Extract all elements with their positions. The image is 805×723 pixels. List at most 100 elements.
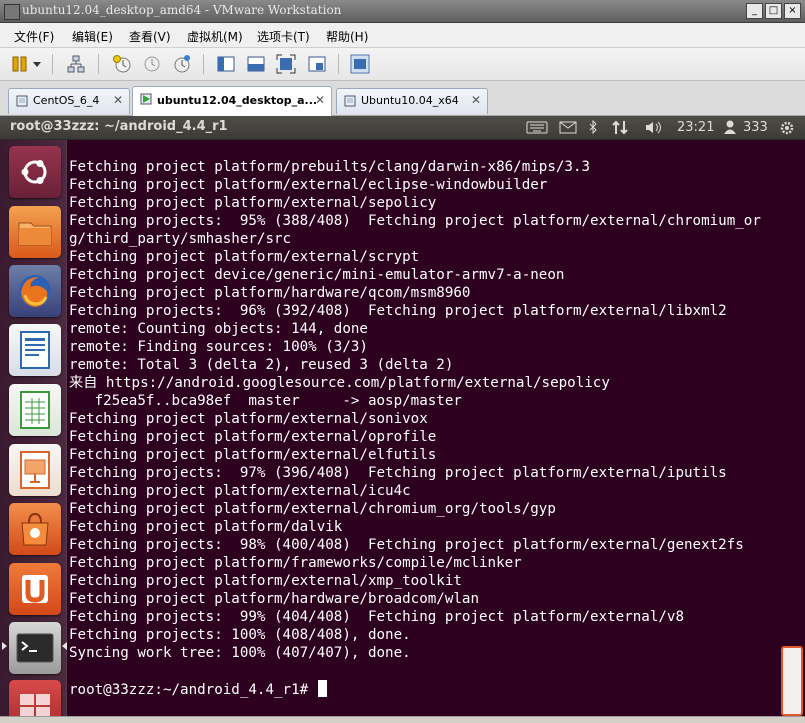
sidebar-icon[interactable] xyxy=(216,54,236,74)
terminal-line: f25ea5f..bca98ef master -> aosp/master xyxy=(69,393,462,409)
menu-view[interactable]: 查看(V) xyxy=(129,28,171,45)
console-view-icon[interactable] xyxy=(246,54,266,74)
launcher-files[interactable] xyxy=(9,206,61,258)
user-count[interactable]: 333 xyxy=(743,120,768,135)
terminal-line: Fetching projects: 96% (392/408) Fetchin… xyxy=(69,303,727,319)
menu-tabs[interactable]: 选项卡(T) xyxy=(257,28,310,45)
terminal-line: Fetching project platform/external/eclip… xyxy=(69,177,548,193)
shell-prompt: root@33zzz:~/android_4.4_r1# xyxy=(69,682,317,698)
terminal-line: Fetching project platform/external/elfut… xyxy=(69,447,437,463)
unity-launcher xyxy=(0,140,67,716)
tab-label: CentOS_6_4 xyxy=(33,94,100,107)
terminal-line: remote: Total 3 (delta 2), reused 3 (del… xyxy=(69,357,454,373)
terminal-line: Fetching project platform/external/chrom… xyxy=(69,501,556,517)
pause-icon[interactable] xyxy=(10,54,30,74)
window-controls: _ □ × xyxy=(746,3,801,19)
launcher-ubuntu-software-center[interactable] xyxy=(9,503,61,555)
launcher-terminal[interactable] xyxy=(9,622,61,674)
text-cursor xyxy=(317,680,327,697)
snapshot-manager-icon[interactable] xyxy=(172,54,192,74)
menu-file[interactable]: 文件(F) xyxy=(14,28,54,45)
clock-time[interactable]: 23:21 xyxy=(677,120,714,135)
tab-ubuntu12-04[interactable]: ubuntu12.04_desktop_a... ✕ xyxy=(132,86,332,116)
launcher-libreoffice-writer[interactable] xyxy=(9,324,61,376)
toolbar-separator xyxy=(203,54,204,74)
network-updown-icon[interactable] xyxy=(611,120,629,135)
running-indicator xyxy=(2,642,7,650)
toolbar-separator xyxy=(98,54,99,74)
tab-centos[interactable]: CentOS_6_4 ✕ xyxy=(8,88,130,114)
bluetooth-icon[interactable] xyxy=(588,120,598,135)
minimize-button[interactable]: _ xyxy=(746,3,763,19)
menu-edit[interactable]: 编辑(E) xyxy=(72,28,113,45)
vmware-app-icon[interactable] xyxy=(4,4,20,20)
keyboard-icon[interactable] xyxy=(526,120,548,134)
tab-label: ubuntu12.04_desktop_a... xyxy=(157,94,318,107)
volume-icon[interactable] xyxy=(644,120,664,135)
terminal-scrollbar[interactable] xyxy=(781,646,803,716)
terminal-line: Fetching project platform/external/scryp… xyxy=(69,249,420,265)
launcher-libreoffice-impress[interactable] xyxy=(9,444,61,496)
ubuntu-logo-icon xyxy=(9,146,61,198)
dropdown-arrow-icon[interactable] xyxy=(31,54,43,74)
terminal-line: Fetching project platform/external/sepol… xyxy=(69,195,437,211)
terminal-prompt-line[interactable]: root@33zzz:~/android_4.4_r1# xyxy=(69,680,781,698)
terminal-output[interactable]: Fetching project platform/prebuilts/clan… xyxy=(69,140,781,716)
calc-icon xyxy=(9,384,61,436)
terminal-line: Fetching projects: 97% (396/408) Fetchin… xyxy=(69,465,727,481)
terminal-line: Fetching project platform/hardware/qcom/… xyxy=(69,285,471,301)
launcher-workspace-switcher[interactable] xyxy=(9,680,61,716)
toolbar xyxy=(0,48,805,81)
terminal-line: g/third_party/smhasher/src xyxy=(69,231,292,247)
terminal-line: Fetching project platform/prebuilts/clan… xyxy=(69,159,591,175)
launcher-firefox[interactable] xyxy=(9,265,61,317)
maximize-button[interactable]: □ xyxy=(765,3,782,19)
writer-icon xyxy=(9,324,61,376)
vm-icon xyxy=(16,95,28,107)
launcher-ubuntu-one[interactable] xyxy=(9,563,61,615)
terminal-line: Fetching project platform/frameworks/com… xyxy=(69,555,522,571)
menu-bar: 文件(F) 编辑(E) 查看(V) 虚拟机(M) 选项卡(T) 帮助(H) xyxy=(0,23,805,48)
launcher-libreoffice-calc[interactable] xyxy=(9,384,61,436)
terminal-line: Fetching project platform/hardware/broad… xyxy=(69,591,479,607)
tab-ubuntu10-04[interactable]: Ubuntu10.04_x64 ✕ xyxy=(336,88,488,114)
close-icon[interactable]: ✕ xyxy=(315,93,325,107)
close-icon[interactable]: ✕ xyxy=(113,93,123,107)
terminal-line: Fetching project platform/external/oprof… xyxy=(69,429,437,445)
tab-bar: CentOS_6_4 ✕ ubuntu12.04_desktop_a... ✕ … xyxy=(0,81,805,116)
quick-switch-icon[interactable] xyxy=(350,54,370,74)
terminal-line: Fetching project platform/external/xmp_t… xyxy=(69,573,462,589)
revert-snapshot-icon[interactable] xyxy=(142,54,162,74)
close-button[interactable]: × xyxy=(784,3,801,19)
menu-vm[interactable]: 虚拟机(M) xyxy=(187,28,243,45)
window-title-panel: root@33zzz: ~/android_4.4_r1 xyxy=(10,119,228,134)
gear-icon[interactable] xyxy=(779,120,795,136)
vm-icon xyxy=(344,95,356,107)
terminal-line: remote: Counting objects: 144, done xyxy=(69,321,368,337)
workspace-icon xyxy=(9,680,61,716)
network-icon[interactable] xyxy=(66,54,86,74)
terminal-line: 来自 https://android.googlesource.com/plat… xyxy=(69,375,610,391)
unity-icon[interactable] xyxy=(307,54,327,74)
terminal-line: Fetching projects: 95% (388/408) Fetchin… xyxy=(69,213,761,229)
mail-icon[interactable] xyxy=(559,120,577,134)
terminal-line: Fetching project platform/external/icu4c xyxy=(69,483,411,499)
terminal-line: Fetching project device/generic/mini-emu… xyxy=(69,267,565,283)
terminal-line: Fetching projects: 98% (400/408) Fetchin… xyxy=(69,537,744,553)
vm-running-icon xyxy=(140,93,152,105)
close-icon[interactable]: ✕ xyxy=(471,93,481,107)
snapshot-icon[interactable] xyxy=(112,54,132,74)
terminal-line: Fetching projects: 100% (408/408), done. xyxy=(69,627,411,643)
launcher-dash-home[interactable] xyxy=(9,146,61,198)
menu-help[interactable]: 帮助(H) xyxy=(326,28,368,45)
vm-guest-display[interactable]: root@33zzz: ~/android_4.4_r1 23:21 333 F… xyxy=(0,116,805,716)
terminal-line: Fetching project platform/external/soniv… xyxy=(69,411,428,427)
window-titlebar: ubuntu12.04_desktop_amd64 - VMware Works… xyxy=(0,0,805,23)
fullscreen-icon[interactable] xyxy=(276,54,296,74)
toolbar-separator xyxy=(52,54,53,74)
software-center-icon xyxy=(9,503,61,555)
focus-indicator xyxy=(62,642,67,650)
user-icon[interactable] xyxy=(724,120,736,134)
